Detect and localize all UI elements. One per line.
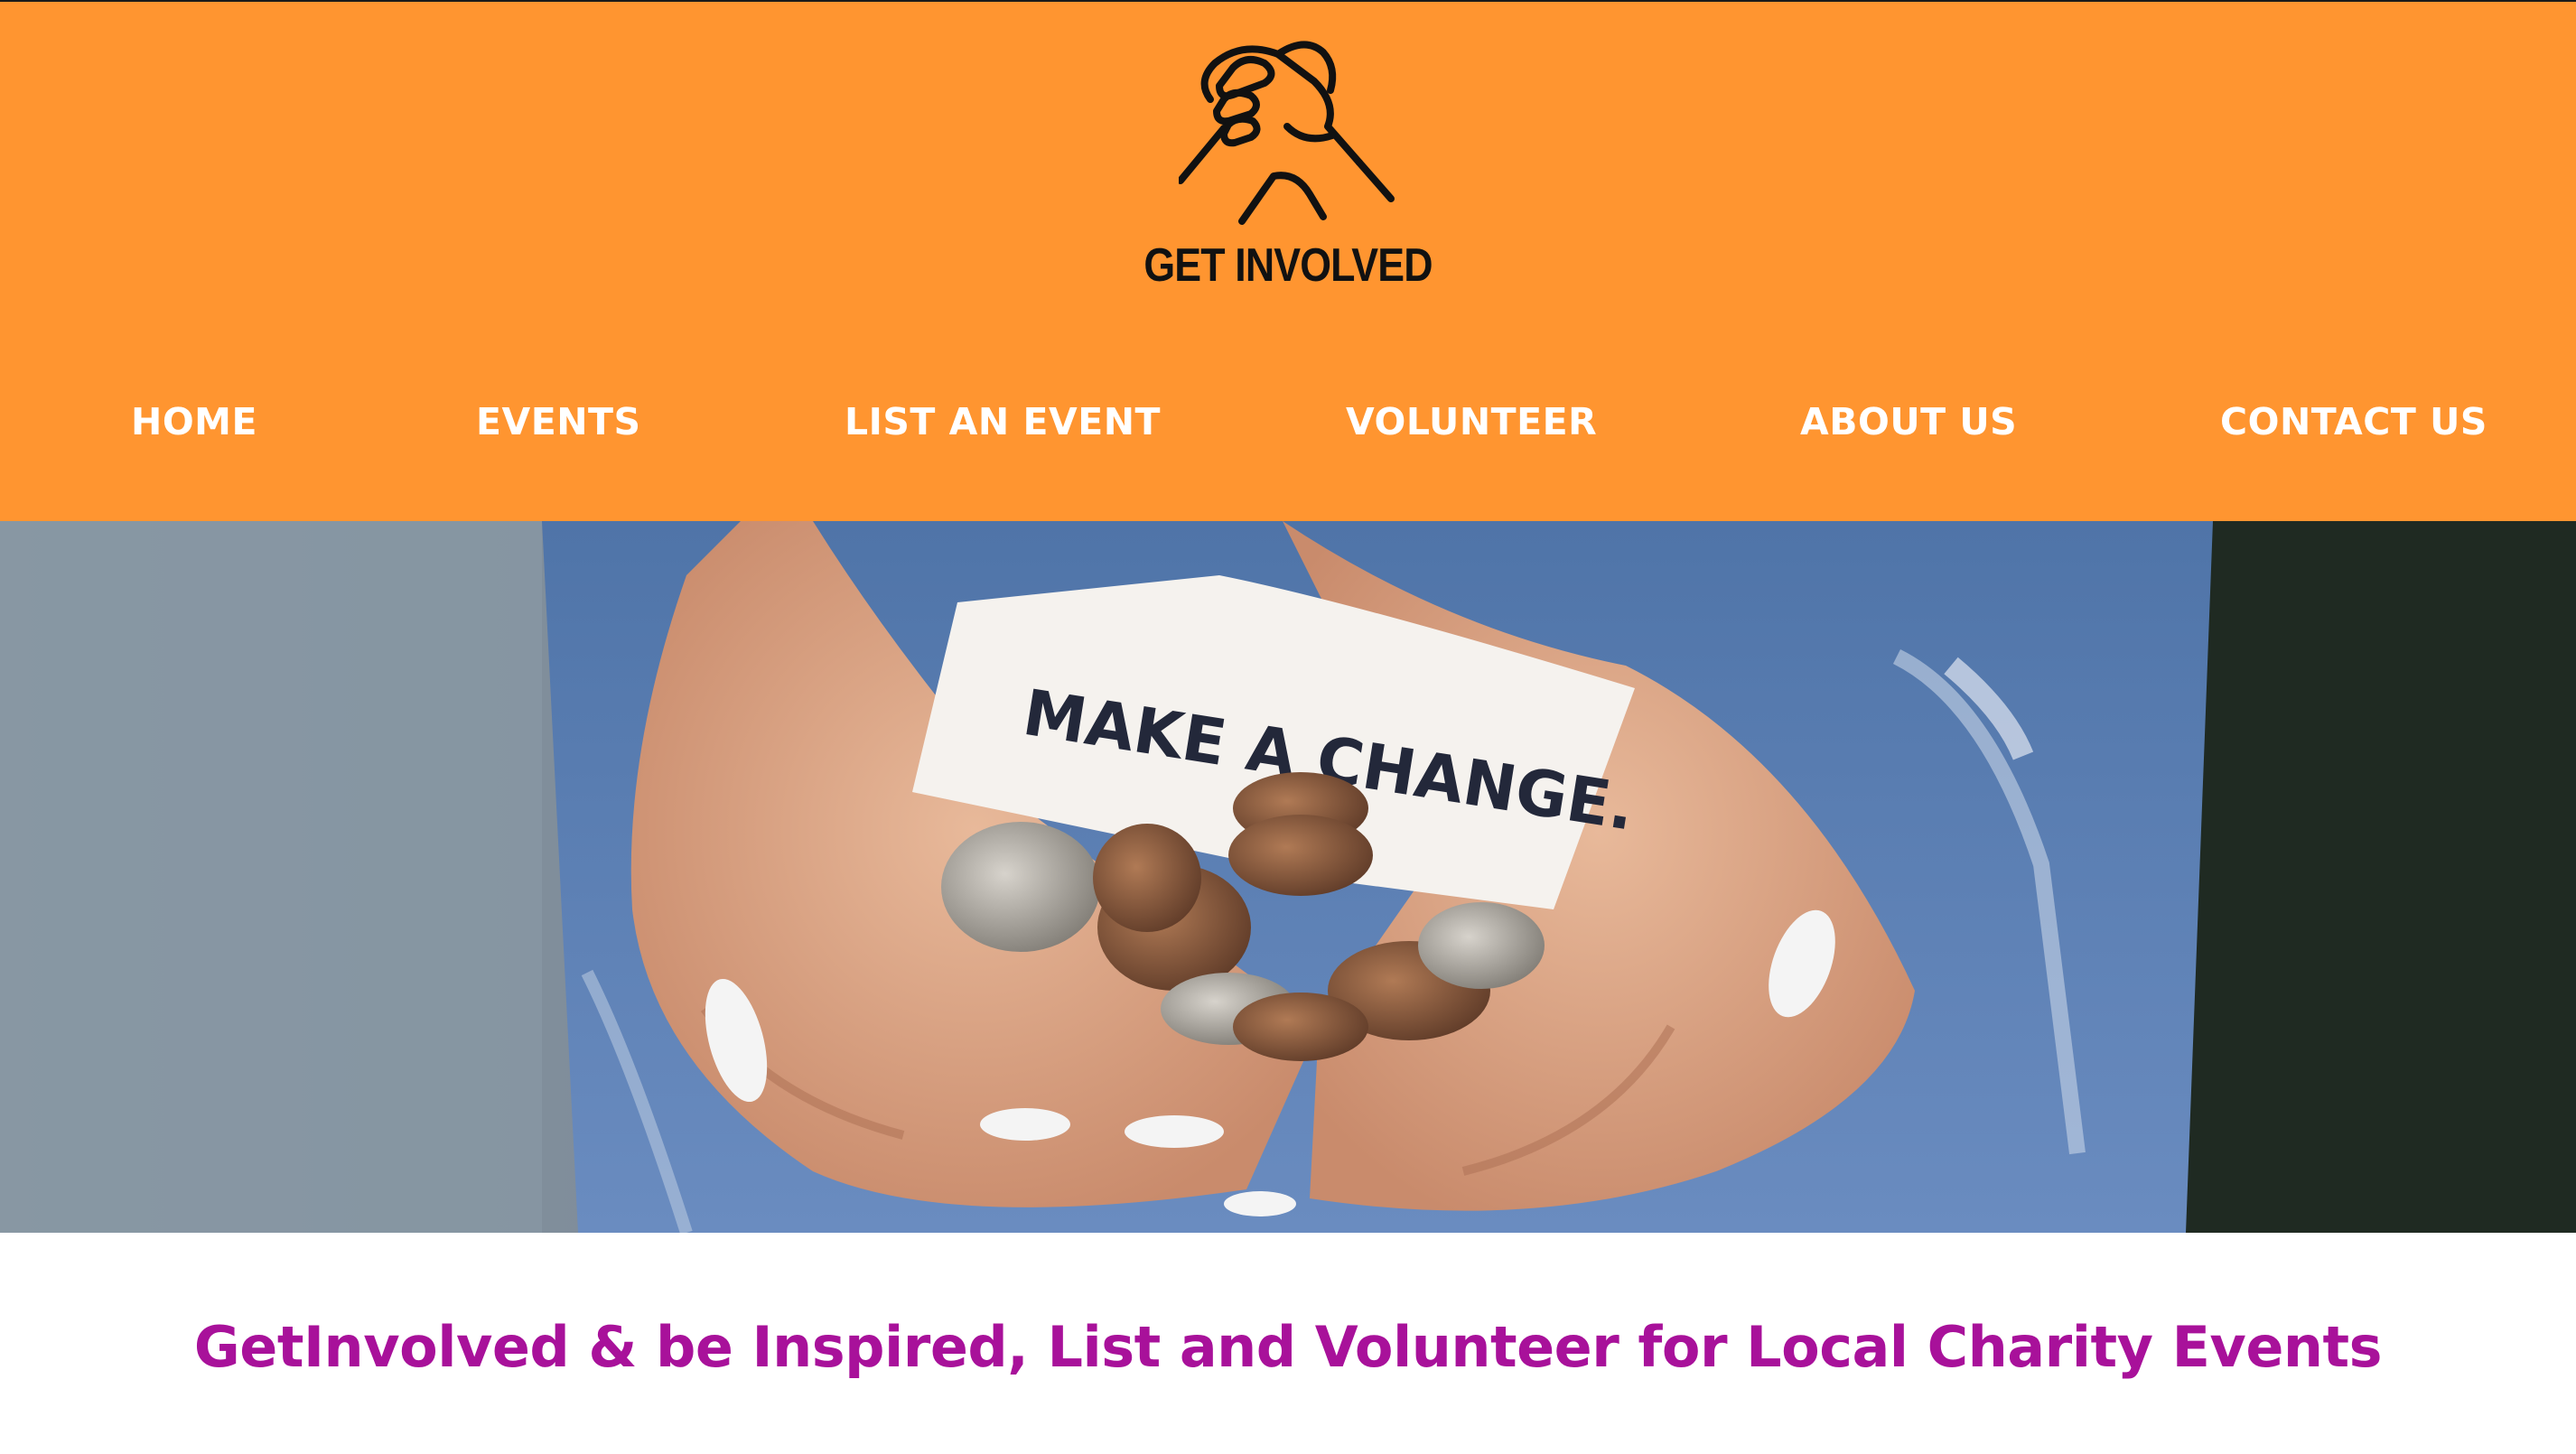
logo-text[interactable]: GET INVOLVED (1133, 238, 1443, 293)
nav-about-us[interactable]: ABOUT US (1800, 390, 2017, 453)
hero-image: MAKE A CHANGE. (0, 521, 2576, 1233)
site-header: GET INVOLVED HOME EVENTS LIST AN EVENT V… (0, 0, 2576, 521)
nav-volunteer[interactable]: VOLUNTEER (1346, 390, 1597, 453)
nav-home[interactable]: HOME (131, 390, 257, 453)
clasped-hands-icon[interactable] (1179, 27, 1395, 230)
nav-list-an-event[interactable]: LIST AN EVENT (845, 390, 1161, 453)
hero-tagline: GetInvolved & be Inspired, List and Volu… (193, 1314, 2383, 1380)
nav-contact-us[interactable]: CONTACT US (2220, 390, 2487, 453)
main-nav: HOME EVENTS LIST AN EVENT VOLUNTEER ABOU… (0, 390, 2576, 453)
nav-events[interactable]: EVENTS (476, 390, 641, 453)
